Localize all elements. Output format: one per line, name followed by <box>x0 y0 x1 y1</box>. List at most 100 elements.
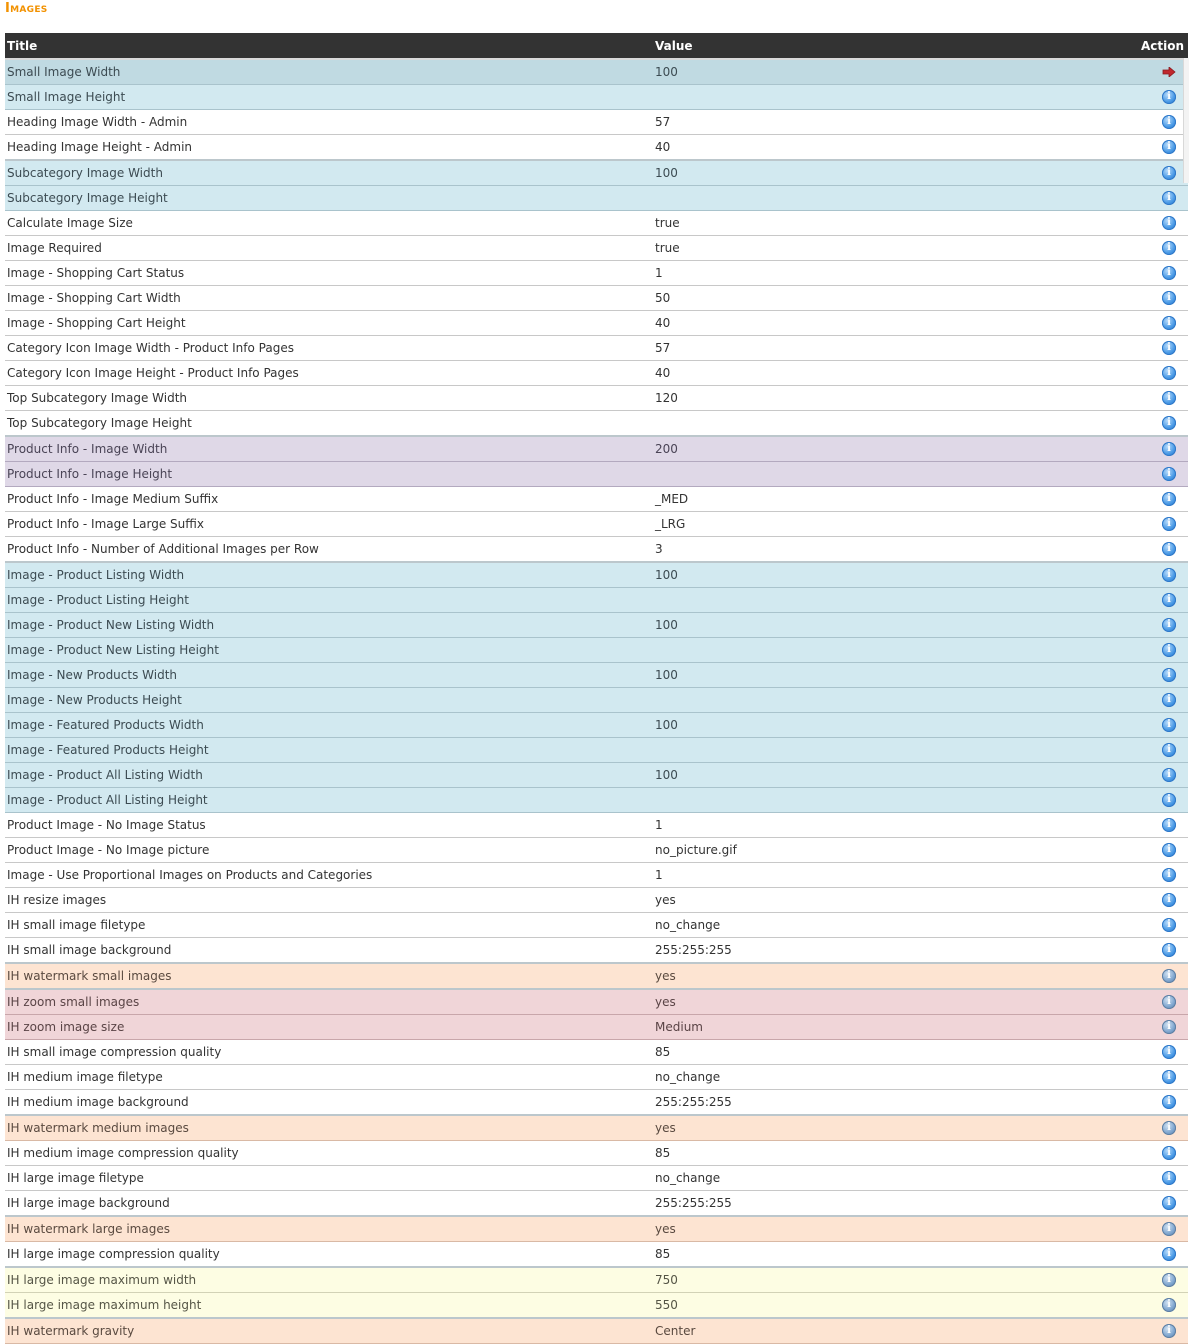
table-row[interactable]: Image - Shopping Cart Status 1 i <box>5 260 1188 286</box>
table-row[interactable]: IH large image maximum width 750 i <box>5 1266 1188 1293</box>
info-icon[interactable]: i <box>1162 492 1176 507</box>
table-row[interactable]: Product Info - Image Height i <box>5 461 1188 487</box>
info-icon[interactable]: i <box>1162 1222 1176 1237</box>
table-row[interactable]: Image - Product Listing Width 100 i <box>5 561 1188 588</box>
table-row[interactable]: IH large image maximum height 550 i <box>5 1292 1188 1319</box>
table-row[interactable]: Image - Shopping Cart Width 50 i <box>5 285 1188 311</box>
table-row[interactable]: Top Subcategory Image Height i <box>5 410 1188 437</box>
info-icon[interactable]: i <box>1162 1298 1176 1313</box>
info-icon[interactable]: i <box>1162 743 1176 758</box>
table-row[interactable]: IH small image compression quality 85 i <box>5 1039 1188 1065</box>
info-icon[interactable]: i <box>1162 943 1176 958</box>
table-row[interactable]: Image - Product All Listing Width 100 i <box>5 762 1188 788</box>
info-icon[interactable]: i <box>1162 115 1176 130</box>
info-icon[interactable]: i <box>1162 1045 1176 1060</box>
table-row[interactable]: IH zoom small images yes i <box>5 988 1188 1015</box>
info-icon[interactable]: i <box>1162 291 1176 306</box>
table-row[interactable]: Image - Product New Listing Height i <box>5 637 1188 663</box>
info-icon[interactable]: i <box>1162 1273 1176 1288</box>
info-icon[interactable]: i <box>1162 643 1176 658</box>
table-row[interactable]: Product Info - Image Medium Suffix _MED i <box>5 486 1188 512</box>
info-icon[interactable]: i <box>1162 995 1176 1010</box>
table-row[interactable]: IH watermark medium images yes i <box>5 1114 1188 1141</box>
table-row[interactable]: Product Image - No Image picture no_pictu… <box>5 837 1188 863</box>
table-row[interactable]: IH watermark large images yes i <box>5 1215 1188 1242</box>
table-row[interactable]: Subcategory Image Width 100 i <box>5 159 1188 186</box>
table-row[interactable]: Category Icon Image Width - Product Info… <box>5 335 1188 361</box>
info-icon[interactable]: i <box>1162 893 1176 908</box>
info-icon[interactable]: i <box>1162 416 1176 431</box>
info-icon[interactable]: i <box>1162 1095 1176 1110</box>
info-icon[interactable]: i <box>1162 542 1176 557</box>
table-row[interactable]: Image - Product New Listing Width 100 i <box>5 612 1188 638</box>
table-row[interactable]: IH large image background 255:255:255 i <box>5 1190 1188 1217</box>
info-icon[interactable]: i <box>1162 442 1176 457</box>
info-icon[interactable]: i <box>1162 593 1176 608</box>
table-row[interactable]: Product Info - Image Width 200 i <box>5 435 1188 462</box>
info-icon[interactable]: i <box>1162 1247 1176 1262</box>
table-row[interactable]: Product Image - No Image Status 1 i <box>5 812 1188 838</box>
info-icon[interactable]: i <box>1162 391 1176 406</box>
table-row[interactable]: Heading Image Height - Admin 40 i <box>5 134 1188 161</box>
info-icon[interactable]: i <box>1162 668 1176 683</box>
table-row[interactable]: Heading Image Width - Admin 57 i <box>5 109 1188 135</box>
info-icon[interactable]: i <box>1162 568 1176 583</box>
table-row[interactable]: IH medium image background 255:255:255 i <box>5 1089 1188 1116</box>
table-row[interactable]: IH resize images yes i <box>5 887 1188 913</box>
table-row[interactable]: Image - Featured Products Width 100 i <box>5 712 1188 738</box>
table-row[interactable]: Small Image Height i <box>5 84 1188 110</box>
info-icon[interactable]: i <box>1162 1196 1176 1211</box>
info-icon[interactable]: i <box>1162 1020 1176 1035</box>
info-icon[interactable]: i <box>1162 818 1176 833</box>
table-row[interactable]: IH medium image compression quality 85 i <box>5 1140 1188 1166</box>
info-icon[interactable]: i <box>1162 1171 1176 1186</box>
info-icon[interactable]: i <box>1162 366 1176 381</box>
info-icon[interactable]: i <box>1162 90 1176 105</box>
info-icon[interactable]: i <box>1162 768 1176 783</box>
table-row[interactable]: IH small image filetype no_change i <box>5 912 1188 938</box>
info-icon[interactable]: i <box>1162 1146 1176 1161</box>
info-icon[interactable]: i <box>1162 618 1176 633</box>
info-icon[interactable]: i <box>1162 1070 1176 1085</box>
table-row[interactable]: Image - Shopping Cart Height 40 i <box>5 310 1188 336</box>
table-row[interactable]: IH medium image filetype no_change i <box>5 1064 1188 1090</box>
table-row[interactable]: Image - Product All Listing Height i <box>5 787 1188 813</box>
table-row[interactable]: Image - New Products Width 100 i <box>5 662 1188 688</box>
table-row[interactable]: IH watermark small images yes i <box>5 962 1188 990</box>
table-row[interactable]: IH large image compression quality 85 i <box>5 1241 1188 1268</box>
info-icon[interactable]: i <box>1162 969 1176 984</box>
table-row[interactable]: IH small image background 255:255:255 i <box>5 937 1188 964</box>
info-icon[interactable]: i <box>1162 316 1176 331</box>
info-icon[interactable]: i <box>1162 241 1176 256</box>
table-row[interactable]: Category Icon Image Height - Product Inf… <box>5 360 1188 386</box>
info-icon[interactable]: i <box>1162 140 1176 155</box>
table-row[interactable]: IH watermark gravity Center i <box>5 1317 1188 1344</box>
table-row[interactable]: Calculate Image Size true i <box>5 210 1188 236</box>
info-icon[interactable]: i <box>1162 868 1176 883</box>
table-row[interactable]: Product Info - Number of Additional Imag… <box>5 536 1188 563</box>
info-icon[interactable]: i <box>1162 693 1176 708</box>
info-icon[interactable]: i <box>1162 216 1176 231</box>
table-row[interactable]: Small Image Width 100 <box>5 58 1188 85</box>
info-icon[interactable]: i <box>1162 1324 1176 1339</box>
table-row[interactable]: IH zoom image size Medium i <box>5 1014 1188 1040</box>
table-row[interactable]: Product Info - Image Large Suffix _LRG i <box>5 511 1188 537</box>
info-icon[interactable]: i <box>1162 191 1176 206</box>
arrow-right-icon[interactable] <box>1162 65 1176 78</box>
table-row[interactable]: Image - Use Proportional Images on Produ… <box>5 862 1188 888</box>
table-row[interactable]: Top Subcategory Image Width 120 i <box>5 385 1188 411</box>
info-icon[interactable]: i <box>1162 718 1176 733</box>
info-icon[interactable]: i <box>1162 266 1176 281</box>
info-icon[interactable]: i <box>1162 517 1176 532</box>
info-icon[interactable]: i <box>1162 166 1176 181</box>
info-icon[interactable]: i <box>1162 793 1176 808</box>
info-icon[interactable]: i <box>1162 843 1176 858</box>
info-icon[interactable]: i <box>1162 1121 1176 1136</box>
table-row[interactable]: Image - New Products Height i <box>5 687 1188 713</box>
info-icon[interactable]: i <box>1162 341 1176 356</box>
table-row[interactable]: Image - Featured Products Height i <box>5 737 1188 763</box>
info-icon[interactable]: i <box>1162 918 1176 933</box>
table-row[interactable]: IH large image filetype no_change i <box>5 1165 1188 1191</box>
table-row[interactable]: Image - Product Listing Height i <box>5 587 1188 613</box>
table-row[interactable]: Image Required true i <box>5 235 1188 261</box>
